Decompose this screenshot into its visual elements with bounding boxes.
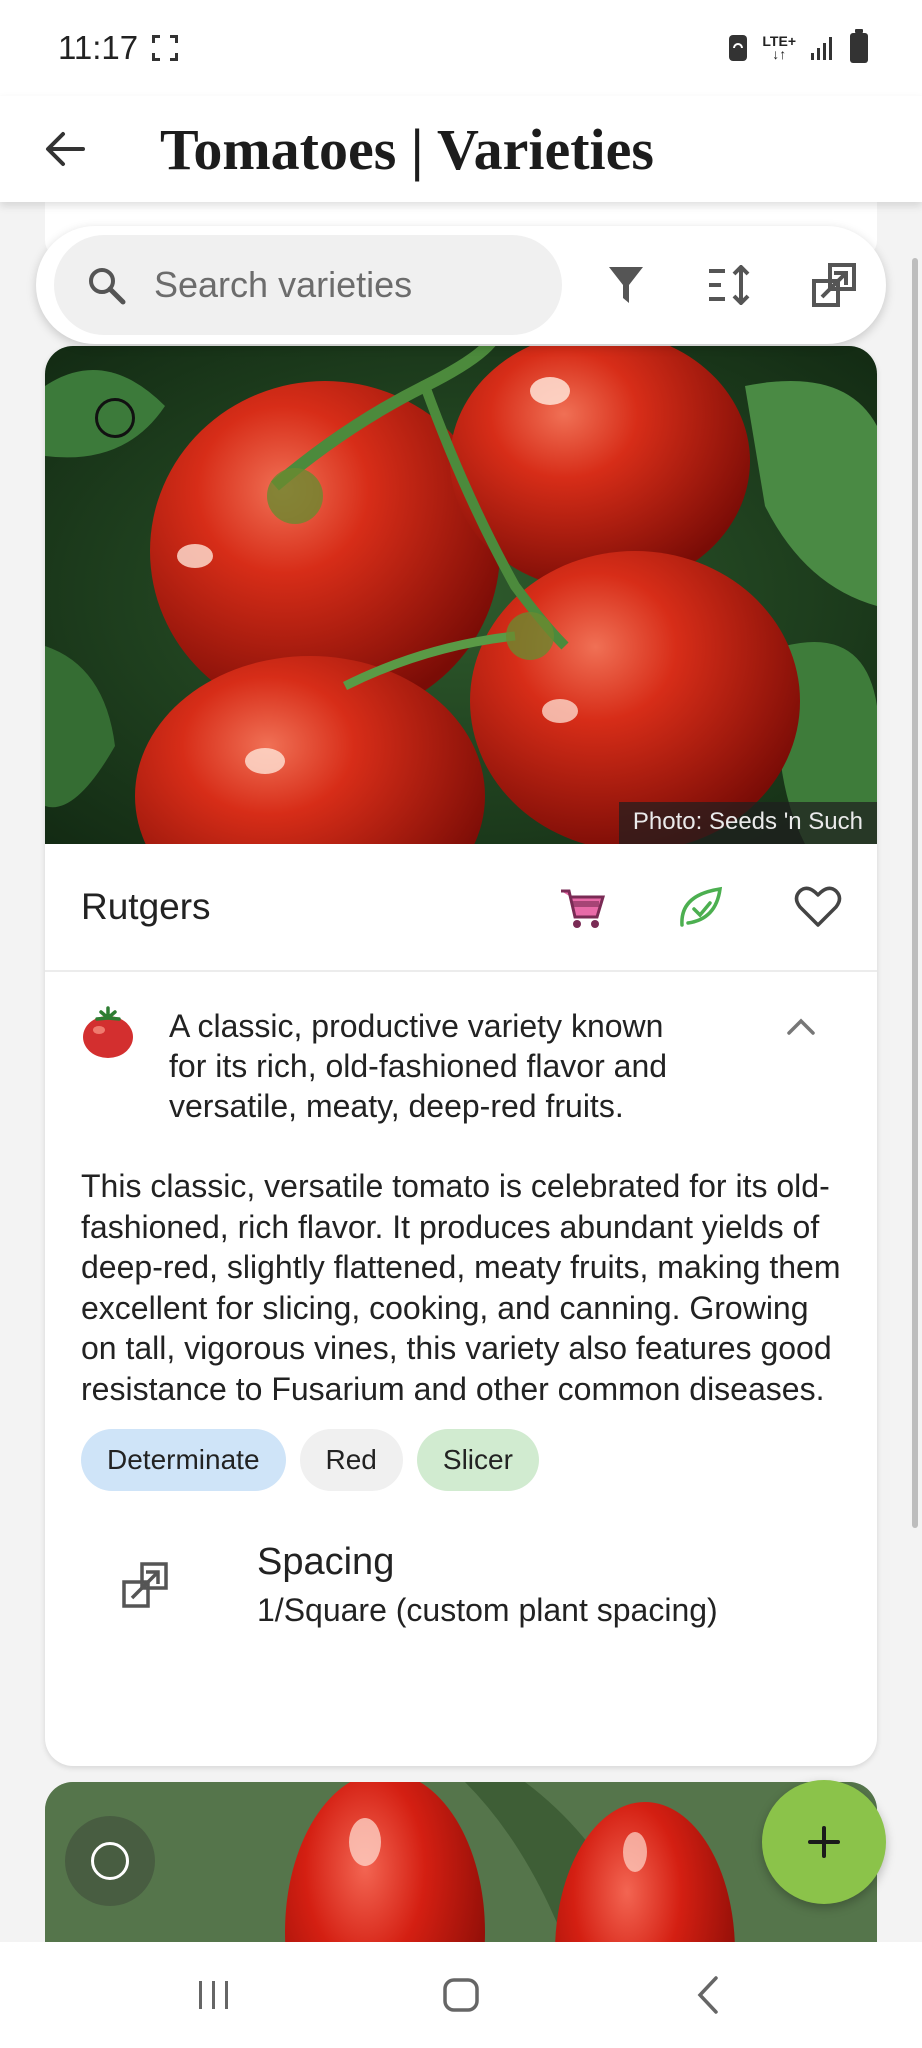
chip-slicer[interactable]: Slicer — [416, 1429, 539, 1491]
search-icon — [89, 268, 126, 305]
spacing-value: 1/Square (custom plant spacing) — [257, 1592, 718, 1628]
lte-icon: LTE+ ↓↑ — [762, 33, 796, 62]
system-nav-bar — [0, 1942, 922, 2048]
scrollbar[interactable] — [912, 258, 918, 1528]
plus-icon — [808, 1826, 840, 1858]
focus-icon — [152, 35, 179, 61]
sync-icon — [729, 35, 748, 61]
back-button[interactable] — [0, 96, 130, 202]
select-checkbox-next[interactable] — [65, 1816, 155, 1906]
heart-icon — [794, 886, 842, 927]
add-variety-button[interactable] — [762, 1780, 886, 1904]
chip-red[interactable]: Red — [299, 1429, 403, 1491]
battery-icon — [850, 29, 868, 63]
status-bar: 11:17 LTE+ ↓↑ — [0, 0, 922, 96]
photo-credit: Photo: Seeds 'n Such — [618, 802, 877, 844]
filter-icon — [609, 267, 643, 303]
favorite-button[interactable] — [759, 857, 877, 957]
spacing-label: Spacing — [257, 1541, 395, 1583]
home-button[interactable] — [401, 1950, 521, 2040]
planted-button[interactable] — [641, 857, 759, 957]
summary-section: A classic, productive variety known for … — [45, 972, 877, 1126]
cart-icon — [561, 889, 606, 928]
collapse-button[interactable] — [761, 1006, 841, 1126]
home-icon — [443, 1978, 479, 2012]
system-back-button[interactable] — [648, 1950, 768, 2040]
app-bar: Tomatoes | Varieties — [0, 96, 922, 202]
page-title: Tomatoes | Varieties — [160, 116, 654, 182]
tag-chips: Determinate Red Slicer — [45, 1409, 877, 1491]
tomato-photo-image — [45, 346, 877, 844]
variety-name: Rutgers — [81, 886, 211, 927]
arrow-left-icon — [46, 132, 85, 166]
sort-button[interactable] — [678, 235, 782, 335]
roma-photo-image — [45, 1782, 877, 1942]
chip-determinate[interactable]: Determinate — [81, 1429, 286, 1491]
chevron-up-icon — [787, 1018, 815, 1035]
signal-icon — [811, 37, 832, 60]
leaf-check-icon — [680, 886, 723, 927]
chevron-left-icon — [697, 1976, 719, 2014]
description-text: This classic, versatile tomato is celebr… — [81, 1168, 841, 1407]
spacing-icon — [812, 263, 856, 307]
recents-button[interactable] — [154, 1950, 274, 2040]
sort-icon — [709, 265, 750, 305]
search-toolbar — [36, 226, 886, 344]
spacing-icon — [122, 1562, 168, 1608]
filter-button[interactable] — [574, 235, 678, 335]
search-field[interactable] — [54, 235, 562, 335]
select-checkbox[interactable] — [95, 398, 135, 438]
variety-name-row: Rutgers — [45, 844, 877, 972]
variety-photo[interactable]: Photo: Seeds 'n Such — [45, 346, 877, 844]
status-time: 11:17 — [58, 29, 139, 66]
variety-card-next[interactable] — [45, 1782, 877, 1942]
variety-card[interactable]: Photo: Seeds 'n Such Rutgers A classic, … — [45, 346, 877, 1766]
add-to-cart-button[interactable] — [523, 857, 641, 957]
summary-text: A classic, productive variety known for … — [169, 1008, 668, 1124]
recents-icon — [198, 1981, 228, 2009]
search-input[interactable] — [154, 264, 534, 306]
spacing-row: Spacing 1/Square (custom plant spacing) — [45, 1491, 877, 1629]
tomato-icon — [83, 1006, 133, 1058]
spacing-view-button[interactable] — [782, 235, 886, 335]
